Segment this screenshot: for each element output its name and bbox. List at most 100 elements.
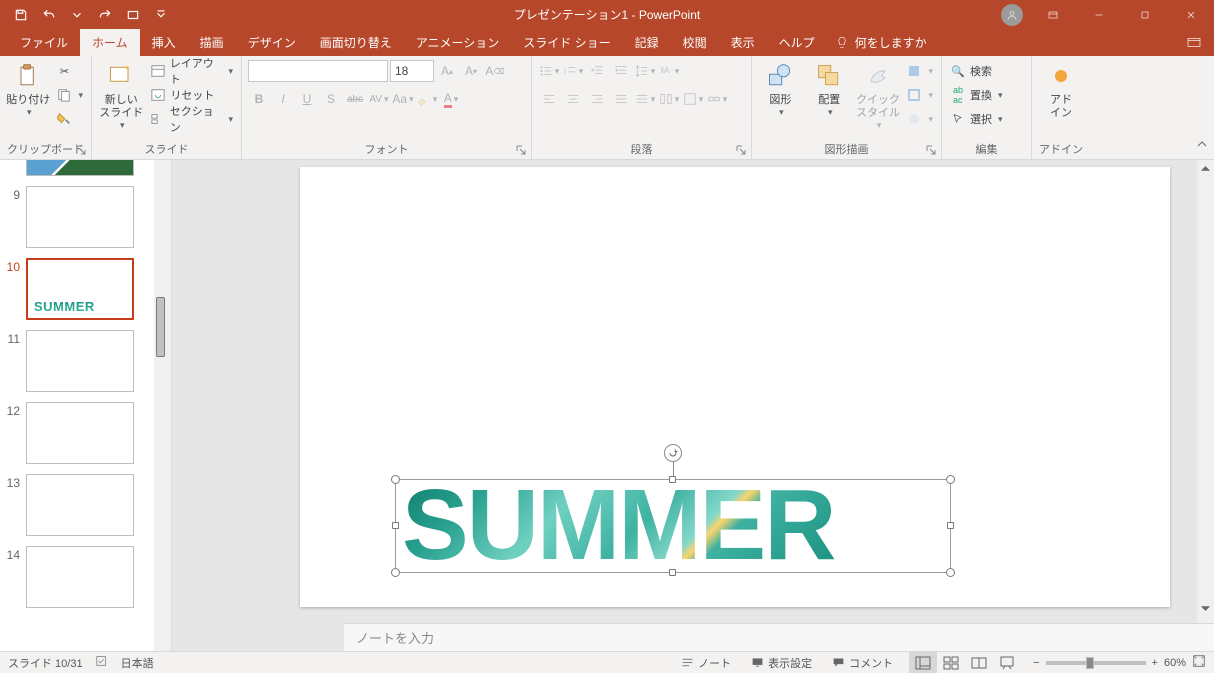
font-name-input[interactable] [248,60,388,82]
thumb-slide[interactable] [26,160,134,176]
normal-view-button[interactable] [909,652,937,673]
tab-review[interactable]: 校閲 [671,29,719,56]
quick-styles-button[interactable]: クイック スタイル▾ [856,58,901,131]
spellcheck-icon[interactable] [95,654,109,671]
thumb-row[interactable]: 10 [0,254,171,326]
resize-handle-bl[interactable] [391,568,400,577]
change-case-button[interactable]: Aa▾ [392,88,414,110]
replace-button[interactable]: abac置換▾ [948,84,1005,106]
zoom-in[interactable]: + [1152,657,1158,669]
tab-transitions[interactable]: 画面切り替え [308,29,404,56]
save-button[interactable] [8,3,34,27]
account-button[interactable] [994,0,1030,29]
start-from-beginning-button[interactable] [120,3,146,27]
section-button[interactable]: セクション▾ [148,108,235,130]
font-color-button[interactable]: A▾ [440,88,462,110]
shape-outline-button[interactable]: ▾ [904,84,935,106]
align-left-button[interactable] [538,88,560,110]
thumb-scrollbar[interactable] [154,160,171,651]
tab-home[interactable]: ホーム [80,29,140,56]
tab-record[interactable]: 記録 [623,29,671,56]
scroll-up[interactable] [1197,160,1214,177]
redo-button[interactable] [92,3,118,27]
ribbon-display-button[interactable] [1030,0,1076,29]
tab-slideshow[interactable]: スライド ショー [511,29,622,56]
tab-file[interactable]: ファイル [8,29,80,56]
cut-button[interactable]: ✂ [54,60,85,82]
slide-canvas[interactable]: SUMMER [300,167,1170,607]
increase-indent-button[interactable] [610,60,632,82]
zoom-slider-thumb[interactable] [1086,657,1094,669]
paragraph-launcher[interactable] [735,145,747,157]
strike-button[interactable]: abc [344,88,366,110]
bullets-button[interactable]: ▾ [538,60,560,82]
increase-font-button[interactable]: A▴ [436,60,458,82]
line-spacing-button[interactable]: ▾ [634,60,656,82]
text-frame-selected[interactable]: SUMMER [395,479,951,573]
highlight-button[interactable]: ▾ [416,88,438,110]
resize-handle-tr[interactable] [946,475,955,484]
tab-help[interactable]: ヘルプ [767,29,827,56]
zoom-out[interactable]: − [1033,657,1039,669]
collapse-ribbon-button[interactable] [1196,137,1208,155]
fit-to-window[interactable] [1192,654,1206,671]
new-slide-button[interactable]: 新しい スライド▾ [98,58,144,131]
font-launcher[interactable] [515,145,527,157]
close-button[interactable] [1168,0,1214,29]
tab-animations[interactable]: アニメーション [404,29,512,56]
arrange-button[interactable]: 配置▾ [807,58,852,118]
thumb-row[interactable]: 11 [0,326,171,398]
undo-dropdown[interactable] [64,3,90,27]
text-direction-button[interactable]: ‖A▾ [658,60,680,82]
thumb-row[interactable]: 14 [0,542,171,614]
thumb-row[interactable]: 13 [0,470,171,542]
notes-toggle[interactable]: ノート [677,652,735,673]
tab-draw[interactable]: 描画 [188,29,236,56]
qat-dropdown[interactable] [148,3,174,27]
shapes-button[interactable]: 図形▾ [758,58,803,118]
thumb-slide[interactable] [26,474,134,536]
thumbnail-pane[interactable]: 91011121314 [0,160,172,651]
bold-button[interactable]: B [248,88,270,110]
thumb-row[interactable]: 9 [0,182,171,254]
comments-toggle[interactable]: コメント [828,652,897,673]
format-painter-button[interactable] [54,108,85,130]
tab-view[interactable]: 表示 [719,29,767,56]
resize-handle-br[interactable] [946,568,955,577]
maximize-button[interactable] [1122,0,1168,29]
thumb-row[interactable] [0,160,171,182]
slide-text-summer[interactable]: SUMMER [396,480,950,570]
resize-handle-t[interactable] [669,476,676,483]
slide-canvas-area[interactable]: SUMMER ノートを入力 [172,160,1214,651]
display-settings[interactable]: 表示設定 [747,652,816,673]
rotate-handle[interactable] [664,444,682,462]
undo-button[interactable] [36,3,62,27]
addins-button[interactable]: アド イン [1038,58,1084,120]
thumb-slide[interactable] [26,402,134,464]
zoom-value[interactable]: 60% [1164,657,1186,669]
shape-effects-button[interactable]: ▾ [904,108,935,130]
copy-button[interactable]: ▾ [54,84,85,106]
thumb-slide[interactable] [26,186,134,248]
thumb-slide[interactable] [26,258,134,320]
drawing-launcher[interactable] [925,145,937,157]
clear-formatting-button[interactable]: A⌫ [484,60,506,82]
align-text-button[interactable]: ▾ [682,88,704,110]
justify-button[interactable] [610,88,632,110]
char-spacing-button[interactable]: AV▾ [368,88,390,110]
language-indicator[interactable]: 日本語 [121,655,154,671]
slideshow-view-button[interactable] [993,652,1021,673]
italic-button[interactable]: I [272,88,294,110]
tab-insert[interactable]: 挿入 [140,29,188,56]
thumb-row[interactable]: 12 [0,398,171,470]
share-button[interactable] [1186,29,1202,56]
canvas-scrollbar[interactable] [1197,160,1214,651]
thumb-slide[interactable] [26,546,134,608]
tell-me[interactable]: 何をしますか [835,34,927,51]
align-right-button[interactable] [586,88,608,110]
resize-handle-r[interactable] [947,522,954,529]
sorter-view-button[interactable] [937,652,965,673]
scroll-down[interactable] [1197,600,1214,617]
columns-button[interactable]: ▾ [658,88,680,110]
resize-handle-tl[interactable] [391,475,400,484]
